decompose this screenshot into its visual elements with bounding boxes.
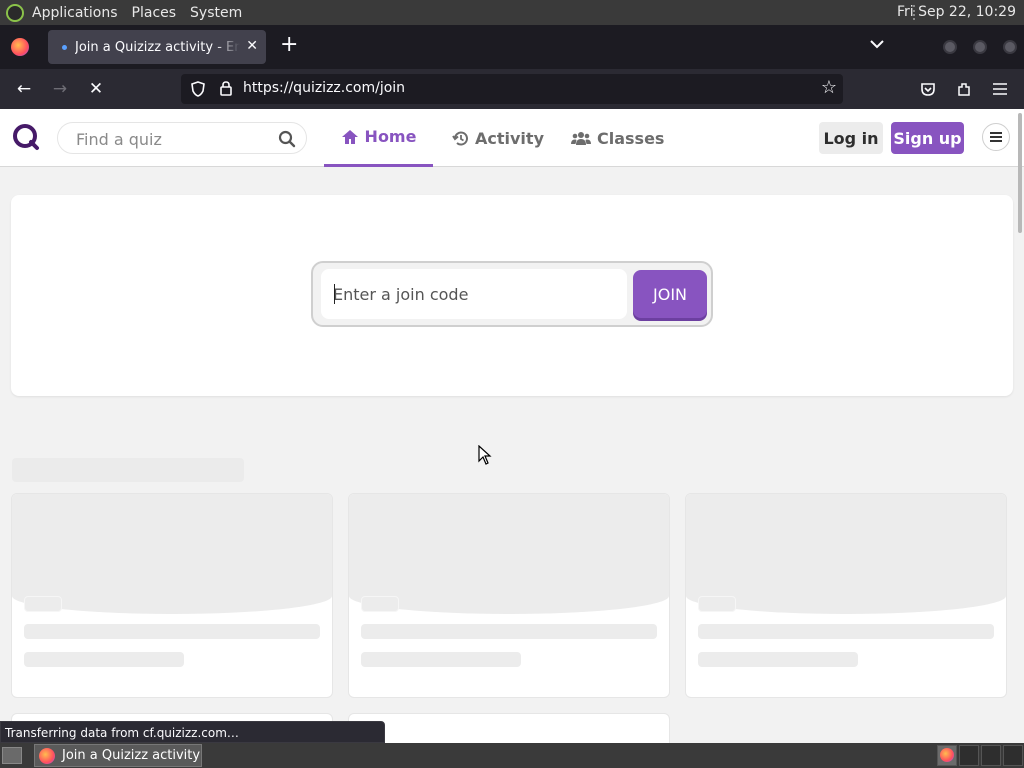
- join-code-box: JOIN: [311, 261, 713, 327]
- skeleton-card-badge: [361, 596, 399, 612]
- skeleton-card-line: [698, 624, 994, 639]
- skeleton-card-line: [698, 652, 858, 667]
- skeleton-card: [348, 493, 670, 698]
- skeleton-card-line: [24, 624, 320, 639]
- tab-strip: Join a Quizizz activity - Enter code ✕ +: [0, 25, 1024, 69]
- history-icon: [452, 131, 468, 146]
- home-icon: [341, 129, 358, 144]
- url-text: https://quizizz.com/join: [243, 80, 406, 96]
- tab-title: Join a Quizizz activity - Enter code: [75, 39, 240, 55]
- tab-classes-label: Classes: [597, 128, 665, 148]
- list-all-tabs-icon[interactable]: [870, 37, 884, 53]
- workspace-1[interactable]: [937, 745, 957, 766]
- skeleton-card: [348, 713, 670, 743]
- show-desktop-icon[interactable]: [2, 747, 22, 764]
- top-panel: Applications Places System Fri Sep 22, 1…: [0, 0, 1024, 25]
- system-menu[interactable]: System: [190, 5, 242, 21]
- applications-menu[interactable]: Applications: [32, 5, 118, 21]
- skeleton-section-heading: [12, 458, 244, 482]
- users-icon: [571, 131, 591, 145]
- quiz-search-input[interactable]: [76, 129, 266, 149]
- join-code-input[interactable]: [321, 269, 627, 319]
- browser-tab[interactable]: Join a Quizizz activity - Enter code ✕: [48, 30, 266, 64]
- skeleton-card: [685, 493, 1007, 698]
- url-bar[interactable]: https://quizizz.com/join ☆: [181, 74, 843, 104]
- status-panel: Transferring data from cf.quizizz.com…: [0, 721, 385, 743]
- tracking-shield-icon[interactable]: [191, 81, 205, 97]
- hamburger-icon: [990, 132, 1002, 142]
- bottom-taskbar: Join a Quizizz activity…: [0, 743, 1024, 768]
- workspace-2[interactable]: [959, 745, 979, 766]
- join-button[interactable]: JOIN: [633, 270, 707, 318]
- skeleton-card-line: [24, 652, 184, 667]
- workspace-3[interactable]: [981, 745, 1001, 766]
- tab-loading-icon: [62, 44, 67, 50]
- login-button[interactable]: Log in: [819, 122, 883, 154]
- back-arrow-icon[interactable]: ←: [12, 77, 36, 101]
- page-scrollbar[interactable]: [1018, 113, 1022, 233]
- tab-classes[interactable]: Classes: [571, 109, 664, 167]
- tab-activity[interactable]: Activity: [452, 109, 544, 167]
- skeleton-card-badge: [698, 596, 736, 612]
- places-menu[interactable]: Places: [132, 5, 177, 21]
- skeleton-card: [11, 493, 333, 698]
- workspace-4[interactable]: [1003, 745, 1023, 766]
- tab-close-icon[interactable]: ✕: [246, 38, 258, 54]
- app-menu-icon[interactable]: [992, 82, 1008, 96]
- minimize-window-icon[interactable]: [943, 40, 957, 54]
- firefox-icon: [39, 747, 55, 764]
- quiz-search-box[interactable]: [57, 122, 307, 154]
- pocket-icon[interactable]: [920, 81, 936, 97]
- firefox-icon: [940, 748, 954, 762]
- skeleton-card-line: [361, 652, 521, 667]
- bookmark-star-icon[interactable]: ☆: [821, 77, 837, 98]
- tab-activity-label: Activity: [475, 128, 544, 148]
- hamburger-menu-button[interactable]: [982, 123, 1010, 151]
- lock-icon[interactable]: [219, 80, 233, 96]
- taskbar-window-label: Join a Quizizz activity…: [62, 748, 202, 763]
- panel-menu: Applications Places System: [32, 0, 256, 25]
- panel-clock[interactable]: Fri Sep 22, 10:29: [897, 4, 1016, 20]
- maximize-window-icon[interactable]: [973, 40, 987, 54]
- signup-button[interactable]: Sign up: [891, 122, 964, 154]
- mouse-cursor-icon: [478, 445, 492, 465]
- tab-home[interactable]: Home: [324, 109, 433, 167]
- taskbar-window-button[interactable]: Join a Quizizz activity…: [34, 744, 202, 767]
- extensions-icon[interactable]: [956, 81, 972, 97]
- nav-bar: ← → ✕ https://quizizz.com/join ☆: [0, 69, 1024, 109]
- new-tab-icon[interactable]: +: [280, 34, 298, 56]
- tab-home-label: Home: [364, 127, 417, 146]
- skeleton-card-badge: [24, 596, 62, 612]
- site-header: Home Activity Classes Log in Sign up: [0, 109, 1024, 167]
- forward-arrow-icon[interactable]: →: [48, 77, 72, 101]
- page-viewport: Home Activity Classes Log in Sign up JOI…: [0, 109, 1024, 743]
- close-window-icon[interactable]: [1003, 40, 1017, 54]
- quizizz-logo-icon[interactable]: [12, 123, 40, 151]
- text-caret: [334, 284, 335, 304]
- firefox-view-icon[interactable]: [11, 38, 29, 56]
- gnome-foot-icon[interactable]: [6, 3, 24, 22]
- stop-loading-icon[interactable]: ✕: [84, 77, 108, 101]
- join-card: JOIN: [11, 195, 1013, 396]
- skeleton-card-line: [361, 624, 657, 639]
- search-icon[interactable]: [278, 130, 296, 148]
